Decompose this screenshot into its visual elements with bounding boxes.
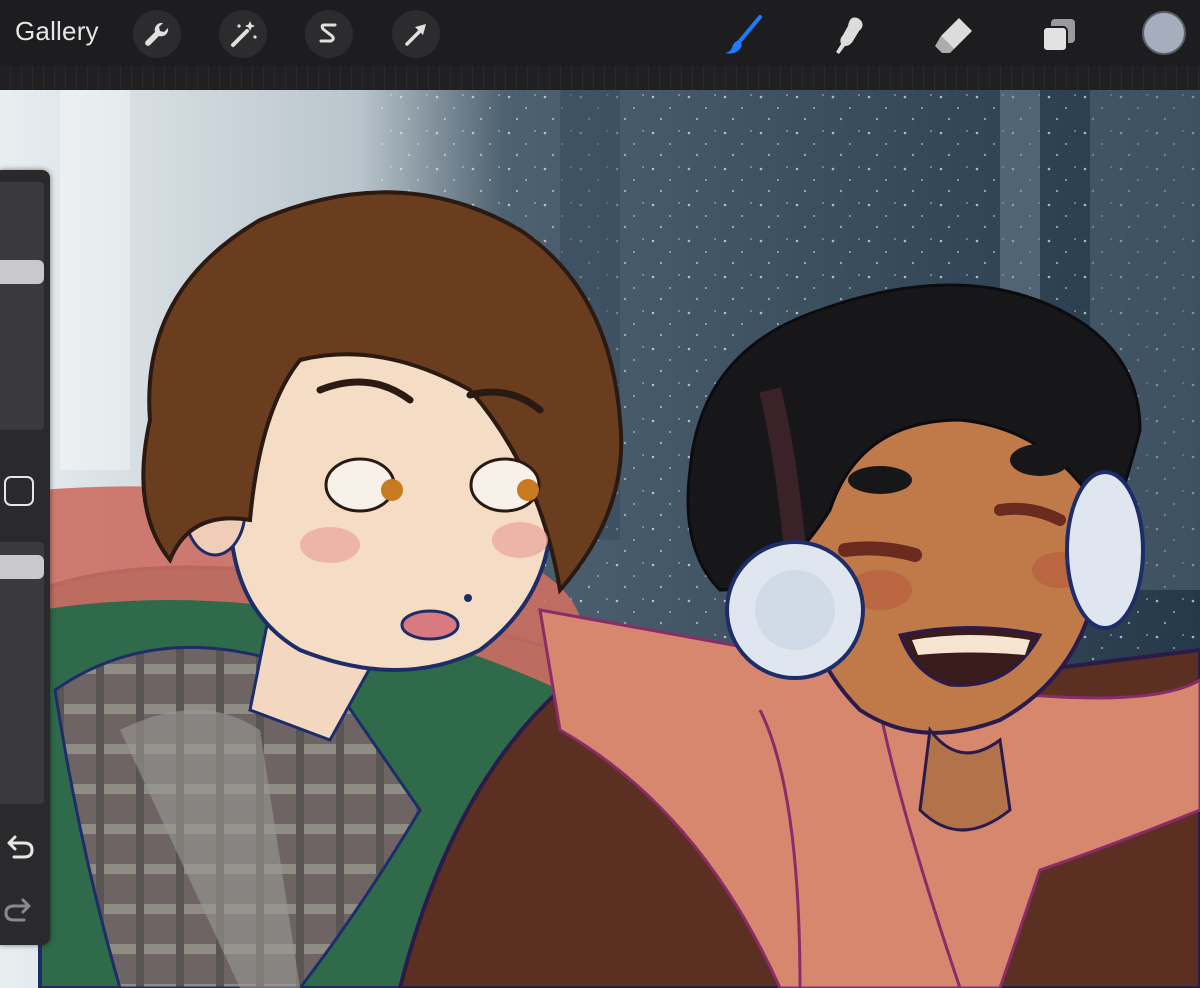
artwork-illustration bbox=[0, 90, 1200, 988]
undo-button[interactable] bbox=[0, 825, 40, 865]
redo-icon bbox=[4, 898, 31, 922]
smudge-icon bbox=[836, 17, 863, 54]
modify-button[interactable] bbox=[4, 476, 34, 506]
actions-button[interactable] bbox=[133, 10, 181, 58]
smudge-button[interactable] bbox=[824, 10, 874, 60]
transform-button[interactable] bbox=[392, 10, 440, 58]
canvas-top-edge bbox=[0, 66, 1200, 90]
brush-sidebar bbox=[0, 170, 50, 945]
selection-s-icon bbox=[319, 23, 337, 43]
top-toolbar: Gallery bbox=[0, 0, 1200, 66]
eraser-icon bbox=[935, 18, 972, 53]
color-picker-swatch[interactable] bbox=[1142, 11, 1186, 55]
brush-size-slider[interactable] bbox=[0, 182, 44, 430]
selection-button[interactable] bbox=[305, 10, 353, 58]
brush-button[interactable] bbox=[720, 10, 770, 60]
adjustments-button[interactable] bbox=[219, 10, 267, 58]
brush-opacity-slider[interactable] bbox=[0, 542, 44, 804]
layers-icon bbox=[1042, 19, 1075, 52]
arrow-cursor-icon bbox=[405, 24, 426, 46]
layers-button[interactable] bbox=[1034, 10, 1084, 60]
magic-wand-icon bbox=[231, 21, 257, 47]
eraser-button[interactable] bbox=[928, 10, 978, 60]
redo-button[interactable] bbox=[0, 888, 40, 928]
brush-opacity-slider-thumb[interactable] bbox=[0, 555, 44, 579]
wrench-icon bbox=[145, 22, 169, 46]
brush-size-slider-thumb[interactable] bbox=[0, 260, 44, 284]
drawing-canvas[interactable] bbox=[0, 90, 1200, 988]
gallery-button[interactable]: Gallery bbox=[15, 16, 99, 47]
undo-icon bbox=[7, 835, 34, 859]
brush-icon bbox=[725, 15, 762, 54]
